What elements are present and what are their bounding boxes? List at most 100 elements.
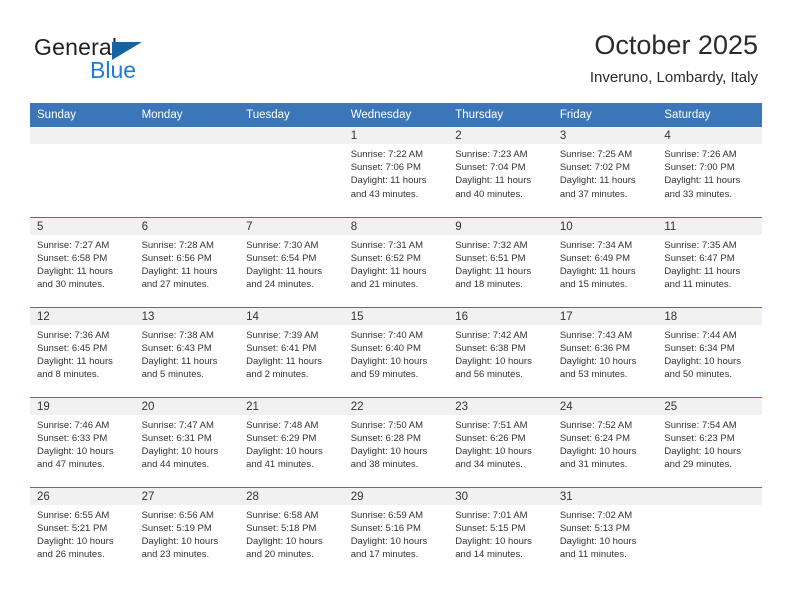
day-number: 8 <box>343 217 449 235</box>
sunrise-text: Sunrise: 7:35 AM <box>664 239 737 251</box>
calendar-day-cell[interactable]: 17 Sunrise: 7:43 AM Sunset: 6:36 PM Dayligh… <box>552 306 658 397</box>
day-details: Sunrise: 7:28 AM Sunset: 6:56 PM Daylight:… <box>135 235 240 292</box>
calendar-week-row: 1 Sunrise: 7:22 AM Sunset: 7:06 PM Daylight… <box>30 127 762 217</box>
day-number: 23 <box>448 397 553 415</box>
location-subtitle: Inveruno, Lombardy, Italy <box>589 69 758 87</box>
day-details: Sunrise: 7:42 AM Sunset: 6:38 PM Daylight:… <box>448 325 553 382</box>
calendar-day-cell[interactable]: 13 Sunrise: 7:38 AM Sunset: 6:43 PM Dayligh… <box>134 306 240 397</box>
sunset-text: Sunset: 6:54 PM <box>246 252 317 264</box>
day-number: 13 <box>134 307 240 325</box>
weekday-header-tuesday: Tuesday <box>239 103 344 127</box>
calendar-day-cell[interactable]: 3 Sunrise: 7:25 AM Sunset: 7:02 PM Daylight… <box>552 127 658 217</box>
calendar-day-cell[interactable]: 8 Sunrise: 7:31 AM Sunset: 6:52 PM Daylight… <box>343 216 449 307</box>
daylight-text-line1: Daylight: 11 hours <box>141 355 218 367</box>
day-details: Sunrise: 7:40 AM Sunset: 6:40 PM Daylight:… <box>344 325 449 382</box>
calendar-day-cell[interactable]: 1 Sunrise: 7:22 AM Sunset: 7:06 PM Daylight… <box>343 127 449 217</box>
calendar-day-cell[interactable]: 26 Sunrise: 6:55 AM Sunset: 5:21 PM Dayligh… <box>30 486 135 577</box>
calendar-day-cell[interactable]: 4 Sunrise: 7:26 AM Sunset: 7:00 PM Daylight… <box>657 127 762 217</box>
calendar-week-row: 12 Sunrise: 7:36 AM Sunset: 6:45 PM Dayligh… <box>30 306 762 397</box>
calendar-week-row: 26 Sunrise: 6:55 AM Sunset: 5:21 PM Dayligh… <box>30 486 762 577</box>
calendar-day-cell[interactable]: 25 Sunrise: 7:54 AM Sunset: 6:23 PM Dayligh… <box>657 396 762 487</box>
daylight-text-line1: Daylight: 10 hours <box>455 445 532 457</box>
daylight-text-line2: and 44 minutes. <box>141 459 210 471</box>
calendar-day-cell[interactable]: 22 Sunrise: 7:50 AM Sunset: 6:28 PM Dayligh… <box>343 396 449 487</box>
calendar-day-cell[interactable]: 12 Sunrise: 7:36 AM Sunset: 6:45 PM Dayligh… <box>30 306 135 397</box>
day-number: 31 <box>552 487 658 505</box>
sunset-text: Sunset: 6:29 PM <box>246 432 317 444</box>
daylight-text-line1: Daylight: 10 hours <box>559 355 637 367</box>
sunrise-text: Sunrise: 7:38 AM <box>141 329 214 341</box>
sunset-text: Sunset: 6:45 PM <box>37 342 108 354</box>
daylight-text-line2: and 29 minutes. <box>664 459 732 471</box>
sunrise-text: Sunrise: 7:34 AM <box>559 239 633 251</box>
calendar-day-cell[interactable]: 6 Sunrise: 7:28 AM Sunset: 6:56 PM Daylight… <box>134 216 240 307</box>
sunrise-text: Sunrise: 7:02 AM <box>559 509 633 521</box>
calendar-day-cell[interactable]: 24 Sunrise: 7:52 AM Sunset: 6:24 PM Dayligh… <box>552 396 658 487</box>
sunrise-text: Sunrise: 7:26 AM <box>664 149 737 160</box>
calendar-day-cell[interactable]: 21 Sunrise: 7:48 AM Sunset: 6:29 PM Dayligh… <box>239 396 344 487</box>
sunrise-text: Sunrise: 7:44 AM <box>664 329 737 341</box>
calendar-week-row: 19 Sunrise: 7:46 AM Sunset: 6:33 PM Dayligh… <box>30 396 762 487</box>
daylight-text-line2: and 34 minutes. <box>455 459 523 471</box>
sunset-text: Sunset: 7:02 PM <box>559 162 631 174</box>
calendar-day-cell[interactable]: 11 Sunrise: 7:35 AM Sunset: 6:47 PM Dayligh… <box>657 216 762 307</box>
day-number: 16 <box>448 307 553 325</box>
calendar-day-cell[interactable]: 29 Sunrise: 6:59 AM Sunset: 5:16 PM Dayligh… <box>343 486 449 577</box>
daylight-text-line1: Daylight: 10 hours <box>664 355 741 367</box>
day-number: 25 <box>657 397 762 415</box>
daylight-text-line2: and 11 minutes. <box>559 549 627 561</box>
calendar-day-cell[interactable]: 19 Sunrise: 7:46 AM Sunset: 6:33 PM Dayligh… <box>30 396 135 487</box>
day-details <box>30 144 135 148</box>
sunrise-text: Sunrise: 7:46 AM <box>37 419 110 431</box>
daylight-text-line2: and 18 minutes. <box>455 279 523 291</box>
daylight-text-line1: Daylight: 10 hours <box>141 535 219 547</box>
sunset-text: Sunset: 6:52 PM <box>350 252 421 264</box>
weekday-header-monday: Monday <box>134 103 240 127</box>
calendar-day-cell[interactable]: 28 Sunrise: 6:58 AM Sunset: 5:18 PM Dayligh… <box>239 486 344 577</box>
daylight-text-line1: Daylight: 11 hours <box>141 265 218 277</box>
daylight-text-line2: and 43 minutes. <box>350 188 419 200</box>
daylight-text-line2: and 38 minutes. <box>350 459 419 471</box>
daylight-text-line1: Daylight: 11 hours <box>664 265 741 277</box>
day-number: 20 <box>134 397 240 415</box>
calendar-day-cell-empty <box>30 127 135 217</box>
sunrise-text: Sunrise: 7:25 AM <box>559 149 633 160</box>
calendar-day-cell[interactable]: 23 Sunrise: 7:51 AM Sunset: 6:26 PM Dayligh… <box>448 396 553 487</box>
calendar-day-cell[interactable]: 5 Sunrise: 7:27 AM Sunset: 6:58 PM Daylight… <box>30 216 135 307</box>
daylight-text-line2: and 11 minutes. <box>664 279 732 291</box>
daylight-text-line1: Daylight: 11 hours <box>350 175 427 187</box>
sunset-text: Sunset: 6:28 PM <box>350 432 421 444</box>
sunrise-text: Sunrise: 7:27 AM <box>37 239 110 251</box>
day-details: Sunrise: 7:39 AM Sunset: 6:41 PM Daylight:… <box>239 325 344 382</box>
daylight-text-line1: Daylight: 11 hours <box>559 265 636 277</box>
calendar-day-cell[interactable]: 18 Sunrise: 7:44 AM Sunset: 6:34 PM Dayligh… <box>657 306 762 397</box>
title-block: October 2025 Inveruno, Lombardy, Italy <box>590 30 758 86</box>
day-number: 11 <box>657 217 762 235</box>
calendar-day-cell[interactable]: 9 Sunrise: 7:32 AM Sunset: 6:51 PM Daylight… <box>448 216 553 307</box>
daylight-text-line1: Daylight: 10 hours <box>350 445 428 457</box>
day-number: 10 <box>552 217 658 235</box>
daylight-text-line2: and 15 minutes. <box>559 279 628 291</box>
day-details: Sunrise: 7:01 AM Sunset: 5:15 PM Daylight:… <box>448 505 553 562</box>
day-number: 17 <box>552 307 658 325</box>
calendar-day-cell[interactable]: 2 Sunrise: 7:23 AM Sunset: 7:04 PM Daylight… <box>448 127 553 217</box>
daylight-text-line2: and 33 minutes. <box>664 188 732 200</box>
day-details: Sunrise: 7:35 AM Sunset: 6:47 PM Daylight:… <box>657 235 762 292</box>
day-number: 27 <box>134 487 240 505</box>
calendar-day-cell[interactable]: 15 Sunrise: 7:40 AM Sunset: 6:40 PM Dayligh… <box>343 306 449 397</box>
calendar-day-cell[interactable]: 10 Sunrise: 7:34 AM Sunset: 6:49 PM Dayligh… <box>552 216 658 307</box>
calendar-day-cell[interactable]: 16 Sunrise: 7:42 AM Sunset: 6:38 PM Dayligh… <box>448 306 553 397</box>
calendar-day-cell[interactable]: 7 Sunrise: 7:30 AM Sunset: 6:54 PM Daylight… <box>239 216 344 307</box>
daylight-text-line2: and 59 minutes. <box>350 369 419 381</box>
sunset-text: Sunset: 6:36 PM <box>559 342 631 354</box>
sunrise-text: Sunrise: 6:59 AM <box>350 509 424 521</box>
calendar-day-cell[interactable]: 27 Sunrise: 6:56 AM Sunset: 5:19 PM Dayligh… <box>134 486 240 577</box>
calendar-day-cell[interactable]: 14 Sunrise: 7:39 AM Sunset: 6:41 PM Dayligh… <box>239 306 344 397</box>
calendar-day-cell[interactable]: 20 Sunrise: 7:47 AM Sunset: 6:31 PM Dayligh… <box>134 396 240 487</box>
day-details: Sunrise: 7:36 AM Sunset: 6:45 PM Daylight:… <box>30 325 135 382</box>
calendar-day-cell[interactable]: 31 Sunrise: 7:02 AM Sunset: 5:13 PM Dayligh… <box>552 486 658 577</box>
weekday-header-saturday: Saturday <box>657 103 762 127</box>
calendar-day-cell[interactable]: 30 Sunrise: 7:01 AM Sunset: 5:15 PM Dayligh… <box>448 486 553 577</box>
sunrise-text: Sunrise: 6:55 AM <box>37 509 110 521</box>
day-details: Sunrise: 7:51 AM Sunset: 6:26 PM Daylight:… <box>448 415 553 472</box>
